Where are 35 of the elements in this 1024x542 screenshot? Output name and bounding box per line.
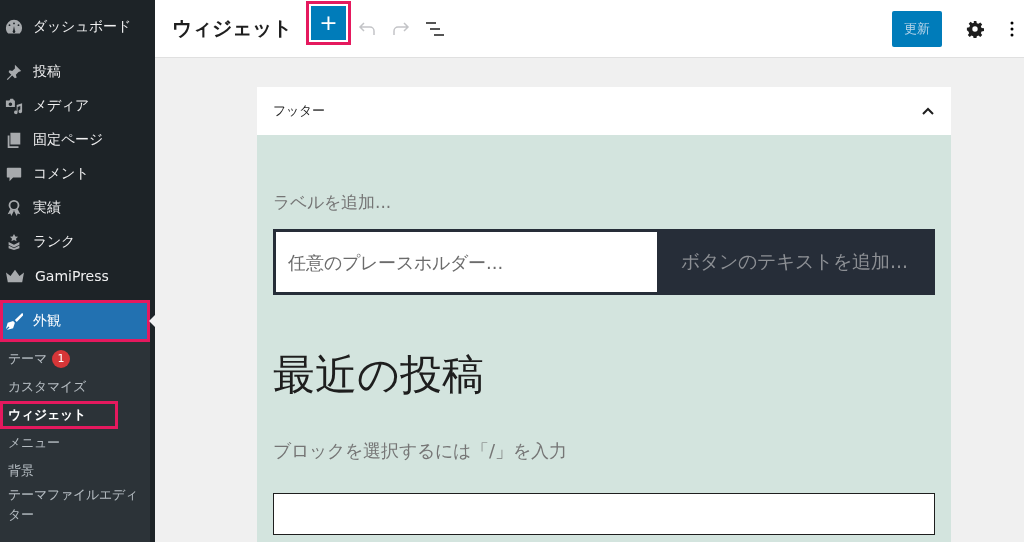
submenu-item[interactable]: 背景 bbox=[0, 457, 150, 485]
submenu-item[interactable]: ウィジェット bbox=[0, 401, 118, 429]
award-icon bbox=[5, 199, 23, 217]
sidebar-item[interactable]: コメント bbox=[0, 157, 150, 191]
submenu-item[interactable]: テーマ 1 bbox=[0, 345, 150, 373]
sidebar-item[interactable]: メディア bbox=[0, 89, 150, 123]
media-icon bbox=[5, 97, 23, 115]
sidebar-item[interactable]: ダッシュボード bbox=[0, 10, 150, 44]
gauge-icon bbox=[5, 18, 23, 36]
crown-icon bbox=[5, 267, 25, 285]
pin-icon bbox=[5, 63, 23, 81]
submenu-item[interactable]: カスタマイズ bbox=[0, 373, 150, 401]
sidebar-item[interactable]: ランク bbox=[0, 225, 150, 259]
submenu-item[interactable]: テーマファイルエディター bbox=[0, 485, 150, 525]
submenu-item[interactable]: メニュー bbox=[0, 429, 150, 457]
search-label[interactable]: ラベルを追加... bbox=[273, 191, 935, 214]
sidebar-item[interactable]: GamiPress bbox=[0, 259, 150, 293]
caret-icon[interactable] bbox=[921, 106, 935, 116]
sidebar-item[interactable]: 実績 bbox=[0, 191, 150, 225]
count-badge: 1 bbox=[52, 350, 70, 368]
sidebar-item[interactable]: 固定ページ bbox=[0, 123, 150, 157]
widget-area-title[interactable]: フッター bbox=[273, 102, 325, 120]
brush-icon bbox=[5, 312, 23, 330]
pages-icon bbox=[5, 131, 23, 149]
block-placeholder[interactable]: ブロックを選択するには「/」を入力 bbox=[273, 439, 935, 463]
add-block-button[interactable]: + bbox=[306, 0, 351, 45]
search-button[interactable]: ボタンのテキストを追加... bbox=[657, 232, 932, 292]
block-heading[interactable]: 最近の投稿 bbox=[273, 347, 935, 403]
page-title: ウィジェット bbox=[172, 15, 292, 42]
speech-bubble-icon bbox=[5, 165, 23, 183]
list-view-icon[interactable] bbox=[425, 20, 445, 37]
sidebar-item[interactable]: 投稿 bbox=[0, 55, 150, 89]
search-field[interactable]: 任意のプレースホルダー... bbox=[276, 232, 657, 292]
settings-icon[interactable] bbox=[966, 19, 984, 38]
more-options-icon[interactable] bbox=[1010, 20, 1014, 37]
